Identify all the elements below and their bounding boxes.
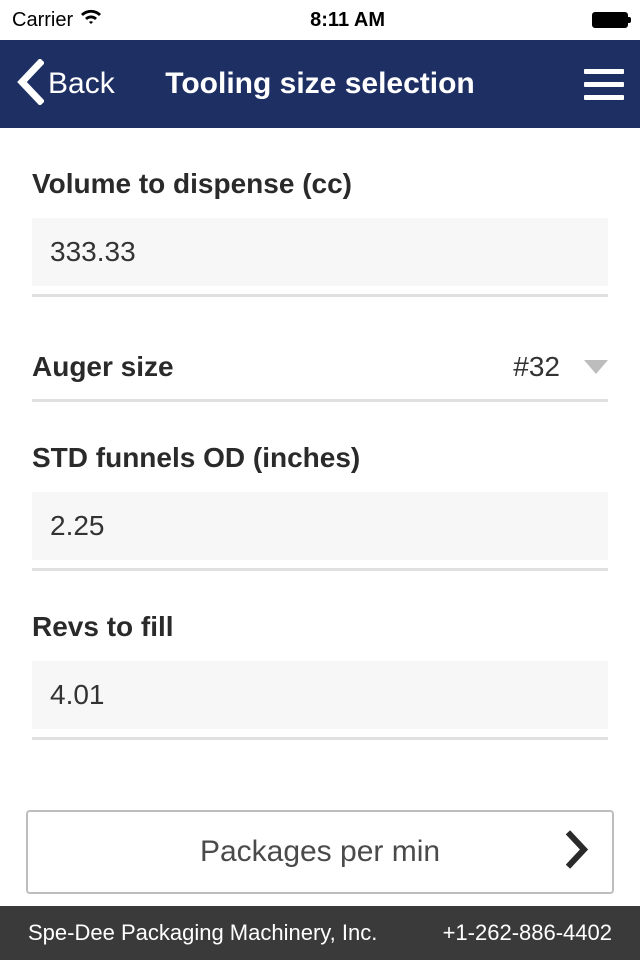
back-label: Back bbox=[48, 67, 115, 101]
back-chevron-icon bbox=[16, 59, 44, 110]
page-title: Tooling size selection bbox=[165, 67, 475, 101]
footer: Spe-Dee Packaging Machinery, Inc. +1-262… bbox=[0, 906, 640, 960]
volume-field-group: Volume to dispense (cc) 333.33 bbox=[32, 168, 608, 286]
volume-label: Volume to dispense (cc) bbox=[32, 168, 608, 200]
status-right bbox=[592, 12, 628, 28]
funnel-label: STD funnels OD (inches) bbox=[32, 442, 608, 474]
carrier-label: Carrier bbox=[12, 9, 73, 32]
funnel-input[interactable]: 2.25 bbox=[32, 492, 608, 560]
status-bar: Carrier 8:11 AM bbox=[0, 0, 640, 40]
divider bbox=[32, 737, 608, 740]
back-button[interactable]: Back bbox=[16, 59, 115, 110]
status-time: 8:11 AM bbox=[310, 9, 385, 32]
content: Volume to dispense (cc) 333.33 Auger siz… bbox=[0, 128, 640, 740]
wifi-icon bbox=[79, 8, 103, 32]
footer-phone[interactable]: +1-262-886-4402 bbox=[443, 920, 612, 946]
status-left: Carrier bbox=[12, 8, 103, 32]
nav-bar: Back Tooling size selection bbox=[0, 40, 640, 128]
packages-per-min-button[interactable]: Packages per min bbox=[26, 810, 614, 894]
chevron-down-icon bbox=[584, 360, 608, 374]
divider bbox=[32, 568, 608, 571]
menu-button[interactable] bbox=[584, 69, 624, 100]
auger-label: Auger size bbox=[32, 351, 174, 383]
funnel-field-group: STD funnels OD (inches) 2.25 bbox=[32, 442, 608, 560]
auger-value: #32 bbox=[513, 351, 560, 383]
chevron-right-icon bbox=[566, 831, 588, 874]
divider bbox=[32, 294, 608, 297]
packages-per-min-label: Packages per min bbox=[200, 835, 440, 869]
auger-select[interactable]: Auger size #32 bbox=[32, 337, 608, 397]
revs-input[interactable]: 4.01 bbox=[32, 661, 608, 729]
volume-input[interactable]: 333.33 bbox=[32, 218, 608, 286]
revs-label: Revs to fill bbox=[32, 611, 608, 643]
menu-icon bbox=[584, 69, 624, 74]
divider bbox=[32, 399, 608, 402]
battery-icon bbox=[592, 12, 628, 28]
revs-field-group: Revs to fill 4.01 bbox=[32, 611, 608, 729]
footer-company: Spe-Dee Packaging Machinery, Inc. bbox=[28, 920, 377, 946]
